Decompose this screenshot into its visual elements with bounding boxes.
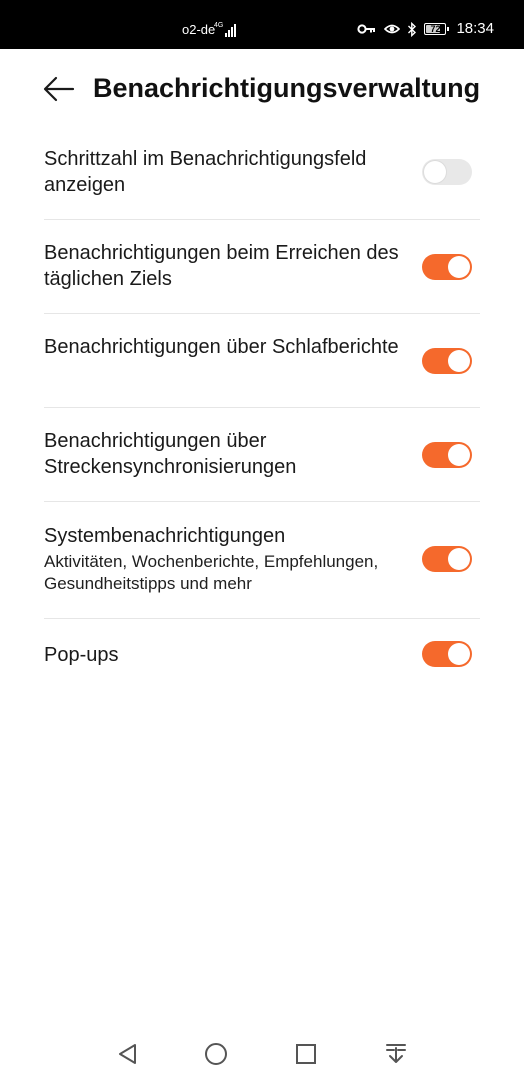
back-button[interactable] [40,71,78,107]
toggle-switch[interactable] [422,254,472,280]
setting-title: Benachrichtigungen über Schlafberichte [44,336,399,358]
nav-notification-button[interactable] [381,1040,411,1068]
setting-title: Schrittzahl im Benachrichtigungsfeld anz… [44,148,367,196]
toggle-knob [448,548,470,570]
status-bar: o2-de 4G 72 18:34 [0,0,524,49]
key-icon [357,24,376,34]
setting-row-sleep-reports[interactable]: Benachrichtigungen über Schlafberichte [44,314,480,408]
home-circle-icon [205,1043,227,1065]
toggle-knob [448,350,470,372]
setting-row-system[interactable]: Systembenachrichtigungen Aktivitäten, Wo… [44,502,480,619]
setting-title: Benachrichtigungen beim Erreichen des tä… [44,242,399,290]
network-type-label: 4G [214,22,223,29]
nav-back-button[interactable] [112,1040,142,1068]
back-triangle-icon [119,1044,136,1064]
setting-row-route-sync[interactable]: Benachrichtigungen über Streckensynchron… [44,408,480,502]
bluetooth-icon [408,21,417,37]
toggle-knob [448,256,470,278]
toggle-switch[interactable] [422,546,472,572]
carrier-label: o2-de [182,22,216,37]
status-icons: 72 18:34 [357,18,494,40]
toggle-switch[interactable] [422,442,472,468]
settings-list: Schrittzahl im Benachrichtigungsfeld anz… [0,128,524,691]
setting-row-step-count[interactable]: Schrittzahl im Benachrichtigungsfeld anz… [44,128,480,220]
setting-title: Benachrichtigungen über Streckensynchron… [44,430,297,478]
setting-text: Benachrichtigungen über Schlafberichte [44,334,416,360]
setting-text: Benachrichtigungen über Streckensynchron… [44,428,416,480]
recents-square-icon [296,1044,316,1064]
setting-row-popups[interactable]: Pop-ups [44,619,480,691]
setting-text: Systembenachrichtigungen Aktivitäten, Wo… [44,523,416,595]
nav-home-button[interactable] [201,1040,231,1068]
toggle-switch[interactable] [422,159,472,185]
notification-pulldown-icon [386,1044,406,1063]
page-title: Benachrichtigungsverwaltung [93,73,481,103]
setting-text: Pop-ups [44,642,416,668]
setting-subtitle: Aktivitäten, Wochenberichte, Empfehlunge… [44,552,379,593]
navigation-bar [0,1030,524,1080]
setting-title: Pop-ups [44,644,119,666]
setting-title: Systembenachrichtigungen [44,525,286,547]
arrow-left-icon [43,76,75,102]
toggle-switch[interactable] [422,348,472,374]
battery-icon: 72 [424,23,450,35]
setting-text: Benachrichtigungen beim Erreichen des tä… [44,240,416,292]
toggle-knob [448,444,470,466]
eye-icon [384,24,401,34]
app-header: Benachrichtigungsverwaltung [0,49,524,129]
toggle-knob [448,643,470,665]
battery-level: 72 [430,23,441,34]
toggle-knob [424,161,446,183]
setting-row-daily-goal[interactable]: Benachrichtigungen beim Erreichen des tä… [44,220,480,314]
signal-icon: 4G [214,22,236,37]
setting-text: Schrittzahl im Benachrichtigungsfeld anz… [44,146,416,198]
clock: 18:34 [456,20,494,37]
nav-recents-button[interactable] [291,1040,321,1068]
toggle-switch[interactable] [422,641,472,667]
